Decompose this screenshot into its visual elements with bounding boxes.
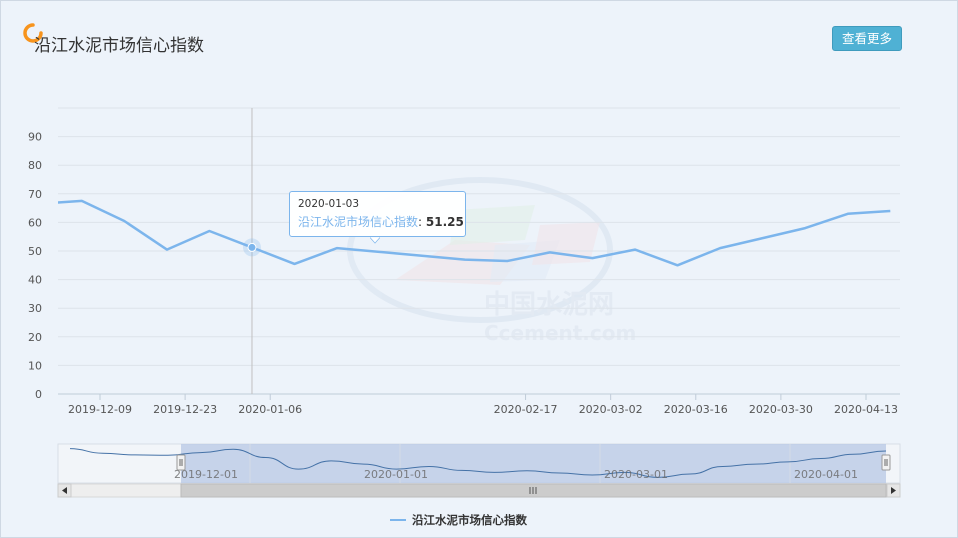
y-axis: 0 10 20 30 40 50 60 70 80 90 bbox=[28, 131, 42, 401]
x-tick-label: 2020-03-30 bbox=[749, 403, 813, 416]
y-tick-label: 60 bbox=[28, 216, 42, 229]
navigator-date-label: 2020-04-01 bbox=[794, 468, 858, 481]
y-tick-label: 30 bbox=[28, 302, 42, 315]
navigator-date-label: 2020-03-01 bbox=[604, 468, 668, 481]
grid bbox=[58, 107, 900, 395]
x-tick-label: 2019-12-09 bbox=[68, 403, 132, 416]
x-axis: 2019-12-09 2019-12-23 2020-01-06 2020-02-17… bbox=[58, 393, 900, 416]
tooltip-value: 51.25 bbox=[425, 215, 464, 229]
arrow-left-icon[interactable] bbox=[57, 483, 72, 498]
x-tick-label: 2020-01-06 bbox=[238, 403, 302, 416]
x-tick-label: 2020-02-17 bbox=[494, 403, 558, 416]
x-tick-label: 2020-04-13 bbox=[834, 403, 898, 416]
y-tick-label: 20 bbox=[28, 331, 42, 344]
hover-point[interactable] bbox=[247, 242, 257, 252]
legend-label[interactable]: 沿江水泥市场信心指数 bbox=[412, 512, 527, 528]
navigator-selection[interactable] bbox=[181, 444, 886, 483]
legend-line-swatch bbox=[390, 519, 406, 521]
y-tick-label: 10 bbox=[28, 359, 42, 372]
x-tick-label: 2020-03-02 bbox=[579, 403, 643, 416]
x-tick-label: 2020-03-16 bbox=[664, 403, 728, 416]
navigator-date-label: 2020-01-01 bbox=[364, 468, 428, 481]
y-tick-label: 50 bbox=[28, 245, 42, 258]
y-tick-label: 40 bbox=[28, 274, 42, 287]
tooltip-arrow bbox=[370, 237, 380, 244]
tooltip: 2020-01-03 沿江水泥市场信心指数: 51.25 bbox=[289, 191, 466, 237]
tooltip-date: 2020-01-03 bbox=[298, 198, 360, 210]
tooltip-series-name: 沿江水泥市场信心指数 bbox=[298, 215, 419, 229]
navigator[interactable]: 2019-12-01 2020-01-01 2020-03-01 2020-04-01 bbox=[57, 443, 901, 498]
navigator-left-handle[interactable] bbox=[176, 454, 186, 471]
arrow-right-icon[interactable] bbox=[886, 483, 901, 498]
y-tick-label: 90 bbox=[28, 131, 42, 144]
y-tick-label: 70 bbox=[28, 188, 42, 201]
line-chart: 中国水泥网 Ccement.com 0 10 20 30 40 50 60 70 80 90 20… bbox=[28, 107, 901, 498]
navigator-right-handle[interactable] bbox=[881, 454, 891, 471]
watermark-en-text: Ccement.com bbox=[484, 321, 636, 345]
tooltip-line: 沿江水泥市场信心指数: 51.25 bbox=[298, 215, 464, 229]
x-tick-label: 2019-12-23 bbox=[153, 403, 217, 416]
watermark-cn-text: 中国水泥网 bbox=[484, 290, 614, 320]
y-tick-label: 0 bbox=[35, 388, 42, 401]
y-tick-label: 80 bbox=[28, 159, 42, 172]
